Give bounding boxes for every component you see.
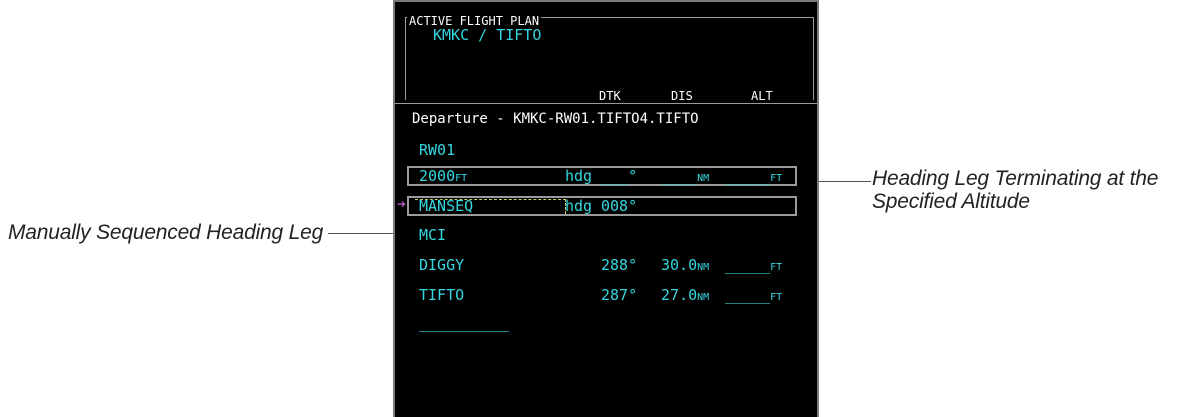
dis-value-5-unit: NM bbox=[697, 292, 710, 303]
alt-value-5-unit: FT bbox=[770, 292, 783, 303]
dis-value-4: 30.0NM bbox=[661, 256, 709, 277]
departure-label: Departure - KMKC-RW01.TIFTO4.TIFTO bbox=[412, 111, 699, 127]
alt-value-4-num: _____ bbox=[725, 256, 771, 274]
waypoint-mci[interactable]: MCI bbox=[419, 226, 446, 244]
header-separator bbox=[395, 103, 817, 104]
leader-line-left bbox=[328, 233, 395, 234]
dis-value-4-num: 30.0 bbox=[661, 256, 698, 274]
empty-waypoint-slot[interactable]: __________ bbox=[419, 314, 509, 332]
leg-type-hdg-2: hdg bbox=[565, 197, 593, 215]
waypoint-rw01[interactable]: RW01 bbox=[419, 141, 455, 159]
waypoint-manseq[interactable]: MANSEQ bbox=[419, 197, 473, 215]
alt-value-4: _____FT bbox=[725, 256, 782, 277]
alt-value-5: _____FT bbox=[725, 286, 782, 307]
dtk-value-5: 287° bbox=[601, 286, 638, 304]
flight-plan-panel: ACTIVE FLIGHT PLAN KMKC / TIFTO DTK DIS … bbox=[393, 0, 819, 417]
dtk-value-2: 008° bbox=[601, 197, 638, 215]
dis-value-1-unit: NM bbox=[697, 173, 710, 184]
waypoint-diggy[interactable]: DIGGY bbox=[419, 256, 464, 274]
route-label[interactable]: KMKC / TIFTO bbox=[433, 26, 541, 44]
dis-value-4-unit: NM bbox=[697, 262, 710, 273]
callout-right-line1: Heading Leg Terminating at the bbox=[872, 167, 1159, 190]
callout-right-line2: Specified Altitude bbox=[872, 190, 1030, 213]
magenta-arrow-icon: ➔ bbox=[397, 195, 407, 213]
waypoint-2000ft[interactable]: 2000FT bbox=[419, 167, 467, 188]
dis-value-5: 27.0NM bbox=[661, 286, 709, 307]
waypoint-2000ft-value: 2000 bbox=[419, 167, 456, 185]
dis-value-5-num: 27.0 bbox=[661, 286, 698, 304]
leg-type-hdg-1: hdg bbox=[565, 167, 593, 185]
alt-value-4-unit: FT bbox=[770, 262, 783, 273]
alt-value-1-num: _____ bbox=[725, 167, 771, 185]
waypoint-2000ft-unit: FT bbox=[455, 173, 468, 184]
alt-value-1: _____FT bbox=[725, 167, 782, 188]
dis-value-1: ____NM bbox=[661, 167, 709, 188]
dtk-value-4: 288° bbox=[601, 256, 638, 274]
waypoint-tifto[interactable]: TIFTO bbox=[419, 286, 464, 304]
callout-heading-leg-altitude: Heading Leg Terminating at the Specified… bbox=[872, 167, 1179, 213]
alt-value-5-num: _____ bbox=[725, 286, 771, 304]
alt-value-1-unit: FT bbox=[770, 173, 783, 184]
callout-manual-sequence: Manually Sequenced Heading Leg bbox=[8, 221, 324, 244]
dis-value-1-num: ____ bbox=[661, 167, 698, 185]
dtk-value-1: ___° bbox=[601, 167, 638, 185]
